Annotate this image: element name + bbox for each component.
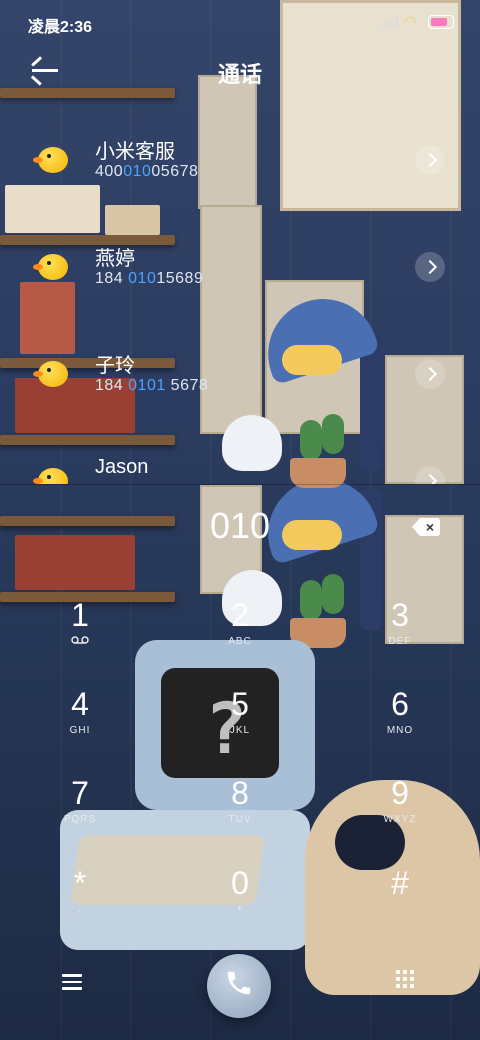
duck-avatar-icon	[33, 143, 68, 173]
key-4[interactable]: 4 GHI	[20, 687, 140, 767]
key-9[interactable]: 9 WXYZ	[340, 776, 460, 856]
contact-number: 40001005678	[95, 163, 199, 180]
signal-icon	[380, 16, 400, 28]
key-6[interactable]: 6 MNO	[340, 687, 460, 767]
duck-avatar-icon	[33, 250, 68, 280]
contact-number: 184 01015689	[95, 270, 204, 287]
key-5[interactable]: 5 JKL	[180, 687, 300, 767]
contact-name: Jason	[95, 456, 149, 478]
duck-avatar-icon	[33, 357, 68, 387]
key-0[interactable]: 0 +	[180, 866, 300, 946]
bottom-bar	[0, 950, 480, 1030]
backspace-icon[interactable]: ×	[412, 518, 440, 536]
contact-name: 子玲	[95, 355, 135, 377]
contact-detail-chevron-icon[interactable]	[415, 252, 445, 282]
dialed-number-display: 010	[209, 505, 271, 546]
key-3[interactable]: 3 DEF	[340, 598, 460, 678]
contact-name: 燕婷	[95, 248, 135, 270]
call-button[interactable]	[207, 954, 271, 1018]
key-1[interactable]: 1	[20, 598, 140, 678]
battery-icon	[428, 15, 454, 29]
phone-icon	[207, 968, 271, 1005]
menu-icon[interactable]	[62, 974, 82, 990]
key-star[interactable]: *,	[20, 866, 140, 946]
key-7[interactable]: 7 PQRS	[20, 776, 140, 856]
contact-detail-chevron-icon[interactable]	[415, 359, 445, 389]
header: 通话	[0, 50, 480, 90]
keypad-toggle-icon[interactable]	[396, 970, 416, 990]
contact-item[interactable]: Jason	[0, 456, 480, 484]
contact-name: 小米客服	[95, 141, 175, 163]
list-divider	[0, 484, 480, 485]
contact-number: 184 0101 5678	[95, 377, 209, 394]
key-8[interactable]: 8 TUV	[180, 776, 300, 856]
status-bar: 凌晨2:36 ◠	[0, 0, 480, 44]
key-2[interactable]: 2 ABC	[180, 598, 300, 678]
contact-detail-chevron-icon[interactable]	[415, 466, 445, 484]
contact-detail-chevron-icon[interactable]	[415, 145, 445, 175]
contact-item[interactable]: 子玲 184 0101 5678	[0, 349, 480, 419]
contact-item[interactable]: 燕婷 184 01015689	[0, 242, 480, 312]
page-title: 通话	[217, 62, 262, 87]
contact-item[interactable]: 小米客服 40001005678	[0, 135, 480, 205]
status-time: 凌晨2:36	[28, 19, 93, 36]
wifi-icon: ◠	[404, 13, 417, 29]
duck-avatar-icon	[33, 464, 68, 484]
voicemail-icon	[20, 636, 140, 647]
key-hash[interactable]: #	[340, 866, 460, 946]
